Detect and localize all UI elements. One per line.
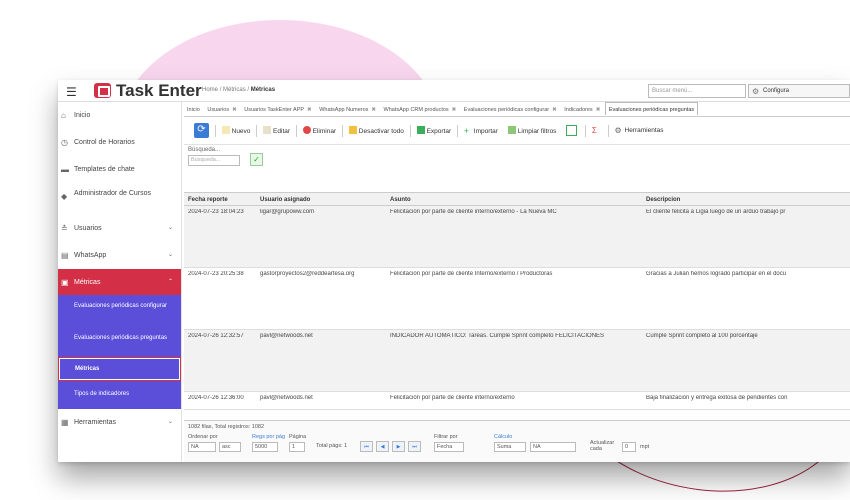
table-row[interactable]: 2024-07-23 20:25:38 gastorproyectos2@red… xyxy=(184,268,850,330)
sidebar-item-label: Templates de chate xyxy=(74,166,135,173)
breadcrumb-separator: / xyxy=(219,87,222,93)
column-header[interactable]: Asunto xyxy=(390,197,640,203)
column-header[interactable]: Usuario asignado xyxy=(260,197,384,203)
record-count: 1082 filas, Total registros: 1082 xyxy=(188,424,265,430)
breadcrumb-home[interactable]: Home xyxy=(202,87,218,93)
sidebar-item-label: Herramientas xyxy=(74,419,117,426)
next-page-icon[interactable]: ▶ xyxy=(392,441,405,452)
tools-icon: ▦ xyxy=(61,418,69,427)
cell-asunto: Felicitación por parte de cliente intern… xyxy=(390,395,515,401)
sidebar-subitem-metricas[interactable]: Métricas xyxy=(58,357,181,381)
cell-asunto: Felicitación por parte de cliente intern… xyxy=(390,209,557,215)
sidebar-subitem-evaluaciones-preguntas[interactable]: Evaluaciones periódicas preguntas xyxy=(58,327,181,357)
refresh-every-input[interactable]: 0 xyxy=(622,442,636,452)
calculation-select[interactable]: Suma xyxy=(494,442,526,452)
regs-per-page-input[interactable]: 5000 xyxy=(252,442,278,452)
clock-icon: ◷ xyxy=(61,138,68,147)
calculation-field-select[interactable]: NA xyxy=(530,442,576,452)
gear-icon: ⚙ xyxy=(752,87,760,96)
app-logo-text: Task Enter xyxy=(116,81,202,100)
refresh-every-label: Actualizar cada xyxy=(590,440,615,452)
cell-fecha: 2024-07-23 20:25:38 xyxy=(188,271,244,277)
sidebar: ⌂ Inicio ◷ Control de Horarios ▬ Templat… xyxy=(58,102,182,462)
sidebar-item-control-horarios[interactable]: ◷ Control de Horarios xyxy=(58,129,181,156)
prev-page-icon[interactable]: ◀ xyxy=(376,441,389,452)
filter-by-label: Filtrar por xyxy=(434,434,458,440)
cell-descripcion: Baja finalización y entrega exitosa de p… xyxy=(646,395,788,401)
cell-asunto: Felicitación por parte de cliente Intern… xyxy=(390,271,553,277)
table-row[interactable]: 2024-07-23 18:04:23 ligar@grupoww.com Fe… xyxy=(184,206,850,268)
sidebar-item-label: Control de Horarios xyxy=(74,139,135,146)
sidebar-item-inicio[interactable]: ⌂ Inicio xyxy=(58,102,181,129)
page-input[interactable]: 1 xyxy=(289,442,305,452)
config-button[interactable]: ⚙ Configura xyxy=(748,84,850,98)
breadcrumb-separator: / xyxy=(247,87,250,93)
sidebar-subitem-evaluaciones-configurar[interactable]: Evaluaciones periódicas configurar xyxy=(58,295,181,327)
chart-icon: ▣ xyxy=(61,278,69,287)
grid-footer: 1082 filas, Total registros: 1082 Ordena… xyxy=(184,420,850,462)
pager: Ordenar por NA asc Regs por pág 5000 Pág… xyxy=(188,434,838,460)
order-direction-select[interactable]: asc xyxy=(219,442,241,452)
sidebar-item-metricas[interactable]: ▣ Métricas ⌃ xyxy=(58,269,181,295)
sidebar-item-label: Métricas xyxy=(74,279,101,286)
grid-container: Fecha reporte Usuario asignado Asunto De… xyxy=(184,102,850,462)
cell-fecha: 2024-07-23 18:04:23 xyxy=(188,209,244,215)
column-header[interactable]: Descripcion xyxy=(646,197,850,203)
chevron-down-icon: ⌄ xyxy=(167,419,173,425)
chevron-down-icon: ⌄ xyxy=(167,252,173,258)
chat-icon: ▬ xyxy=(61,165,69,174)
first-page-icon[interactable]: ⏮ xyxy=(360,441,373,452)
cell-descripcion: Gracias a Julian hemos logrado participa… xyxy=(646,271,787,277)
sidebar-item-usuarios[interactable]: ≛ Usuarios ⌄ xyxy=(58,215,181,242)
calculation-label: Cálculo xyxy=(494,434,513,440)
sidebar-item-administrador-cursos[interactable]: ◆ Administrador de Cursos xyxy=(58,183,181,215)
table-row[interactable]: 2024-07-26 12:36:00 pavl@netwoods.net Fe… xyxy=(184,392,850,410)
sidebar-item-herramientas[interactable]: ▦ Herramientas ⌄ xyxy=(58,409,181,436)
sidebar-item-templates-chate[interactable]: ▬ Templates de chate xyxy=(58,156,181,183)
cell-usuario: pavl@netwoods.net xyxy=(260,333,313,339)
order-by-select[interactable]: NA xyxy=(188,442,216,452)
column-header[interactable]: Fecha reporte xyxy=(188,197,258,203)
graduation-icon: ◆ xyxy=(61,192,68,201)
table-row[interactable]: 2024-07-26 12:32:57 pavl@netwoods.net IN… xyxy=(184,330,850,392)
sidebar-item-whatsapp[interactable]: ▤ WhatsApp ⌄ xyxy=(58,242,181,269)
sidebar-item-label: Usuarios xyxy=(74,225,102,232)
home-icon: ⌂ xyxy=(61,111,66,120)
config-label: Configura xyxy=(763,88,790,94)
breadcrumb-section[interactable]: Métricas xyxy=(223,87,246,93)
refresh-unit-label: mpt xyxy=(640,444,650,450)
whatsapp-icon: ▤ xyxy=(61,251,69,260)
menu-search-input[interactable]: Buscar menú... xyxy=(648,84,746,98)
data-grid: Fecha reporte Usuario asignado Asunto De… xyxy=(184,192,850,410)
cell-fecha: 2024-07-26 12:32:57 xyxy=(188,333,244,339)
cell-usuario: pavl@netwoods.net xyxy=(260,395,313,401)
page-label: Página xyxy=(289,434,307,440)
chevron-down-icon: ⌄ xyxy=(167,225,173,231)
top-bar: ☰ Task Enter Home / Métricas / Métricas … xyxy=(58,80,850,102)
cell-asunto: INDICADOR AUTOMÁTICO: Tareas. Cumple Spr… xyxy=(390,333,605,339)
grid-header: Fecha reporte Usuario asignado Asunto De… xyxy=(184,192,850,206)
filter-by-select[interactable]: Fecha xyxy=(434,442,464,452)
sidebar-item-label: Inicio xyxy=(74,112,91,119)
cell-descripcion: El cliente felicita a Ligia luego de un … xyxy=(646,209,786,215)
app-window: ☰ Task Enter Home / Métricas / Métricas … xyxy=(58,80,850,462)
order-by-label: Ordenar por xyxy=(188,434,218,440)
total-pages-label: Total págs: 1 xyxy=(316,443,348,449)
hamburger-menu-icon[interactable]: ☰ xyxy=(66,85,77,99)
cell-fecha: 2024-07-26 12:36:00 xyxy=(188,395,244,401)
chevron-up-icon: ⌃ xyxy=(167,279,173,285)
sidebar-subitem-tipos-indicadores[interactable]: Tipos de indicadores xyxy=(58,381,181,409)
cell-usuario: ligar@grupoww.com xyxy=(260,209,315,215)
sidebar-item-label: WhatsApp xyxy=(74,252,107,259)
logo-icon xyxy=(94,83,111,98)
breadcrumb-current: Métricas xyxy=(250,87,276,93)
users-icon: ≛ xyxy=(61,224,68,233)
cell-descripcion: Cumple Sprint completo al 100 porcentaje xyxy=(646,333,758,339)
regs-per-page-label: Regs por pág xyxy=(252,434,286,440)
cell-usuario: gastorproyectos2@reddeartesa.org xyxy=(260,271,355,277)
breadcrumb: Home / Métricas / Métricas xyxy=(202,87,275,93)
sidebar-item-label: Administrador de Cursos xyxy=(74,190,152,197)
last-page-icon[interactable]: ⏭ xyxy=(408,441,421,452)
